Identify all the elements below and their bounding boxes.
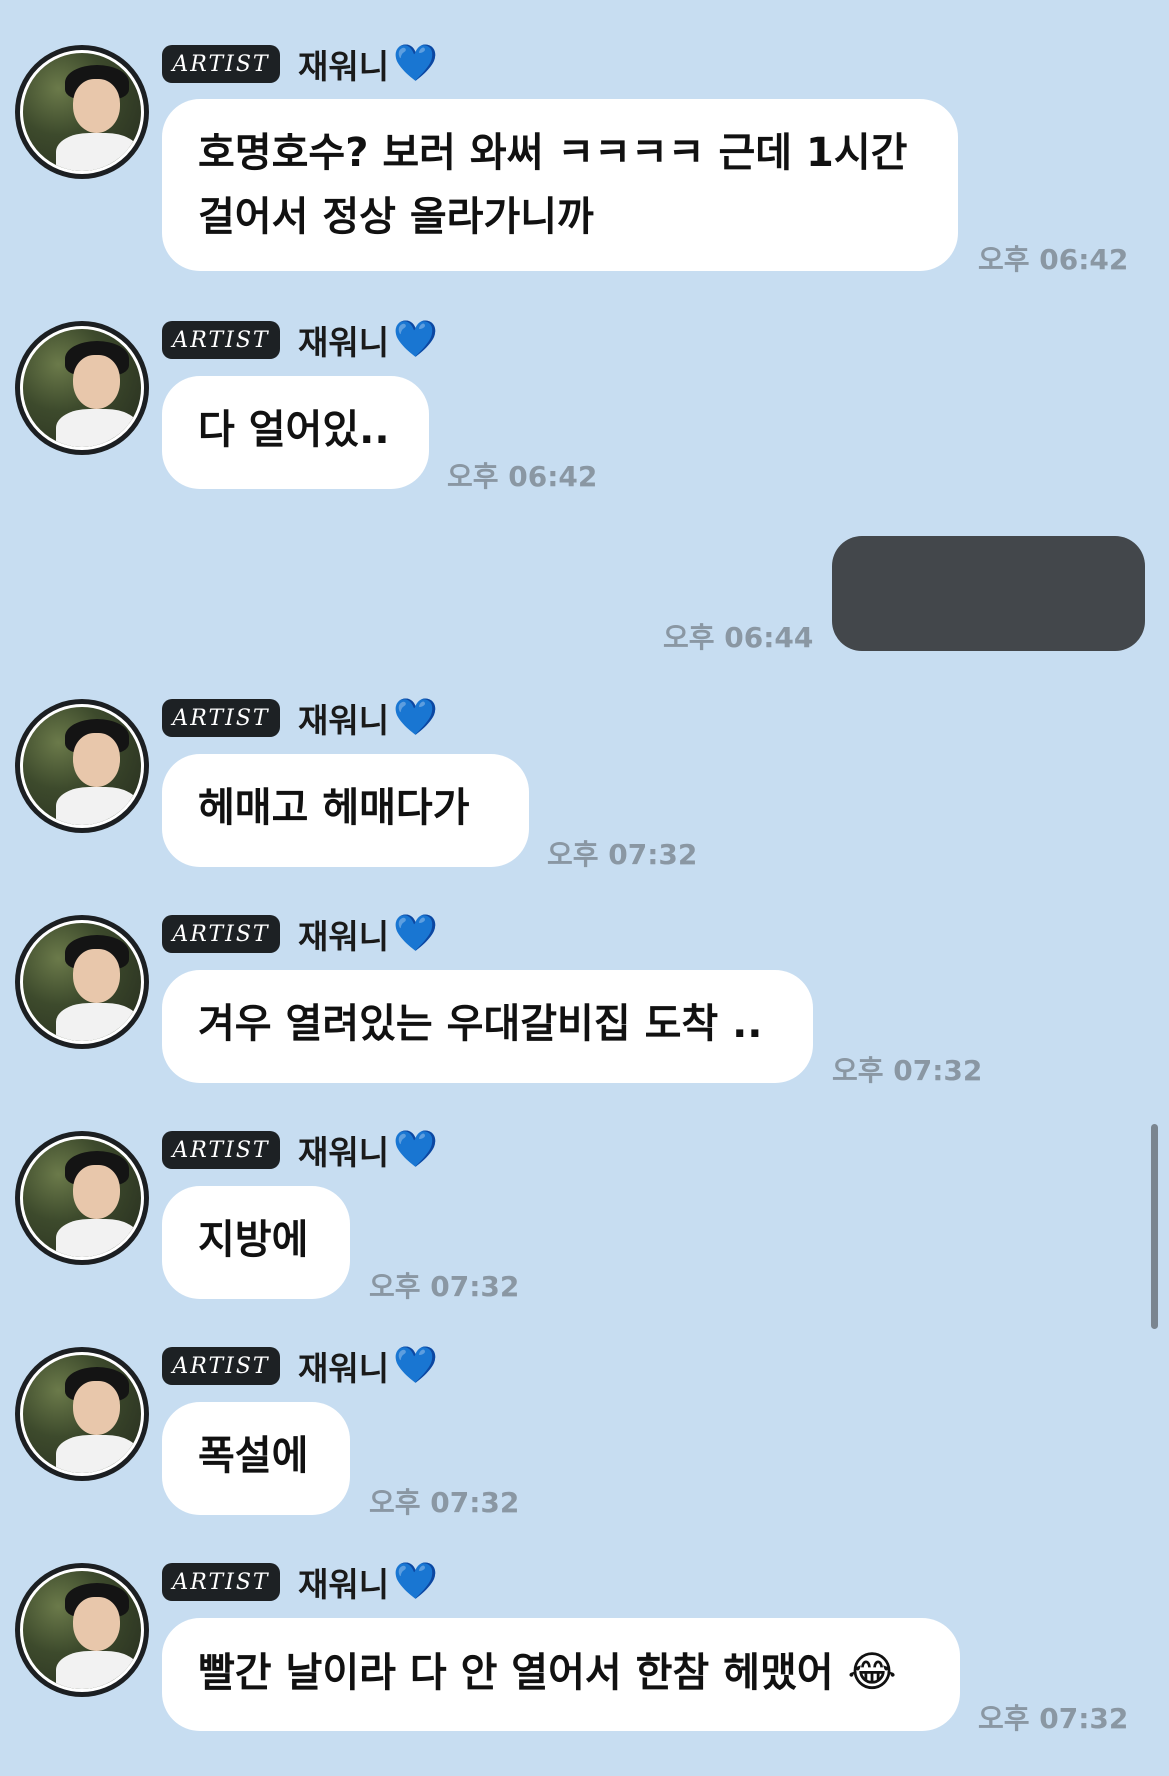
sender-name: 재워니 — [298, 1349, 390, 1388]
message-text-line: 폭설에 — [198, 1433, 309, 1479]
heart-icon: 💙 — [393, 1561, 438, 1602]
artist-badge: ARTIST — [162, 699, 280, 737]
timestamp: 오후 07:32 — [369, 1270, 520, 1303]
avatar[interactable] — [15, 1347, 149, 1481]
avatar[interactable] — [15, 321, 149, 455]
avatar[interactable] — [15, 45, 149, 179]
sender-name: 재워니 — [298, 1133, 390, 1172]
avatar[interactable] — [15, 915, 149, 1049]
timestamp: 오후 06:44 — [663, 621, 814, 654]
message-text-line: 헤매고 헤매다가 — [198, 785, 470, 831]
message-text-line: 빨간 날이라 다 안 열어서 한참 헤맸어 — [198, 1650, 834, 1696]
message-text-line: 겨우 열려있는 우대갈비집 도착 .. — [198, 1001, 763, 1047]
heart-icon: 💙 — [393, 697, 438, 738]
timestamp: 오후 07:32 — [978, 1702, 1129, 1735]
sender-name: 재워니 — [298, 701, 390, 740]
message-bubble[interactable]: 지방에 — [162, 1186, 350, 1299]
message-bubble[interactable]: 빨간 날이라 다 안 열어서 한참 헤맸어 😂 — [162, 1618, 960, 1731]
timestamp: 오후 07:32 — [832, 1054, 983, 1087]
avatar[interactable] — [15, 1131, 149, 1265]
heart-icon: 💙 — [393, 1129, 438, 1170]
artist-badge: ARTIST — [162, 321, 280, 359]
message-bubble[interactable]: 호명호수? 보러 와써 ㅋㅋㅋㅋ 근데 1시간 걸어서 정상 올라가니까 — [162, 99, 958, 271]
message-text-line: 지방에 — [198, 1217, 309, 1263]
timestamp: 오후 06:42 — [447, 460, 598, 493]
sent-message-bubble-redacted[interactable] — [832, 536, 1145, 651]
heart-icon: 💙 — [393, 43, 438, 84]
message-bubble[interactable]: 다 얼어있.. — [162, 376, 429, 489]
heart-icon: 💙 — [393, 319, 438, 360]
sender-name: 재워니 — [298, 917, 390, 956]
avatar[interactable] — [15, 1563, 149, 1697]
message-bubble[interactable]: 폭설에 — [162, 1402, 350, 1515]
avatar[interactable] — [15, 699, 149, 833]
artist-badge: ARTIST — [162, 45, 280, 83]
artist-badge: ARTIST — [162, 1347, 280, 1385]
sender-name: 재워니 — [298, 323, 390, 362]
message-text-line: 호명호수? 보러 와써 ㅋㅋㅋㅋ 근데 1시간 — [198, 130, 908, 176]
timestamp: 오후 06:42 — [978, 243, 1129, 276]
timestamp: 오후 07:32 — [547, 838, 698, 871]
sender-name: 재워니 — [298, 1565, 390, 1604]
scrollbar[interactable] — [1151, 1124, 1158, 1329]
timestamp: 오후 07:32 — [369, 1486, 520, 1519]
sender-name: 재워니 — [298, 47, 390, 86]
message-bubble[interactable]: 헤매고 헤매다가 — [162, 754, 529, 867]
artist-badge: ARTIST — [162, 915, 280, 953]
face-with-tears-of-joy-icon: 😂 — [847, 1647, 897, 1696]
message-bubble[interactable]: 겨우 열려있는 우대갈비집 도착 .. — [162, 970, 813, 1083]
heart-icon: 💙 — [393, 1345, 438, 1386]
message-text-line: 다 얼어있.. — [198, 407, 390, 453]
message-text-line: 걸어서 정상 올라가니까 — [198, 194, 594, 240]
heart-icon: 💙 — [393, 913, 438, 954]
artist-badge: ARTIST — [162, 1563, 280, 1601]
artist-badge: ARTIST — [162, 1131, 280, 1169]
